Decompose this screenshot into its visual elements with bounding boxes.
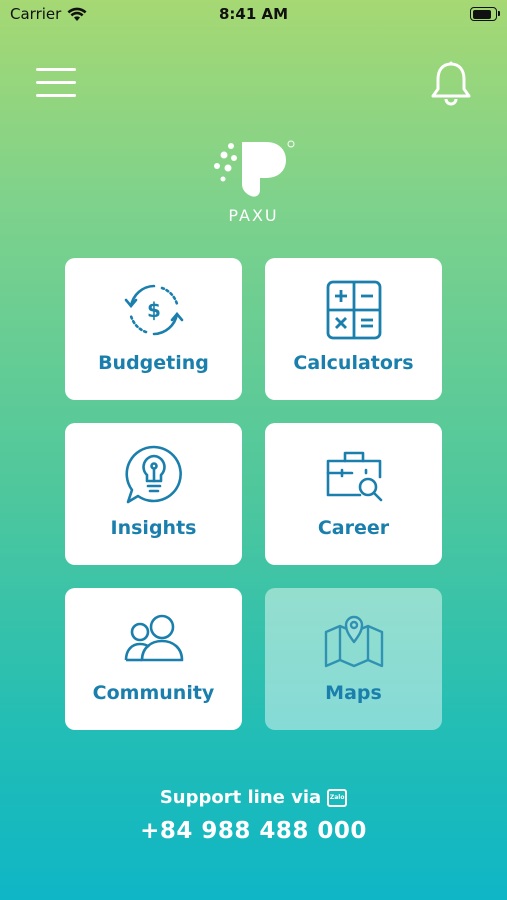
battery-icon xyxy=(470,7,500,21)
insights-tile[interactable]: Insights xyxy=(65,423,242,565)
bell-icon xyxy=(431,61,471,106)
budget-cycle-icon: $ xyxy=(124,284,183,336)
community-tile[interactable]: Community xyxy=(65,588,242,730)
zalo-chat-icon[interactable]: Zalo xyxy=(327,788,348,807)
calculator-icon xyxy=(326,280,381,340)
tile-label: Career xyxy=(317,517,390,539)
svg-text:$: $ xyxy=(147,298,161,322)
career-tile[interactable]: Career xyxy=(265,423,442,565)
paxu-logo-icon xyxy=(213,140,294,197)
tile-label: Maps xyxy=(325,682,382,704)
map-pin-icon xyxy=(324,615,383,668)
menu-button[interactable] xyxy=(36,66,78,100)
status-time: 8:41 AM xyxy=(218,5,289,23)
tile-label: Insights xyxy=(110,517,197,539)
support-line: Support line via Zalo xyxy=(0,787,507,808)
brand-name: PAXU xyxy=(228,206,279,225)
tile-label: Calculators xyxy=(293,352,414,374)
lightbulb-chat-icon xyxy=(124,445,182,504)
brand-logo xyxy=(0,138,507,206)
budgeting-tile[interactable]: $ Budgeting xyxy=(65,258,242,400)
menu-line xyxy=(36,94,76,97)
tile-label: Budgeting xyxy=(98,352,209,374)
status-bar: Carrier 8:41 AM xyxy=(0,0,507,30)
notification-button[interactable] xyxy=(428,60,474,108)
hamburger-menu-icon xyxy=(36,68,76,71)
maps-tile[interactable]: Maps xyxy=(265,588,442,730)
menu-line xyxy=(36,81,76,84)
tile-label: Community xyxy=(92,682,215,704)
briefcase-search-icon xyxy=(326,451,382,502)
support-label: Support line via xyxy=(159,787,322,808)
support-phone-link[interactable]: +84 988 488 000 xyxy=(0,818,507,844)
people-icon xyxy=(124,614,183,662)
calculators-tile[interactable]: Calculators xyxy=(265,258,442,400)
battery-level xyxy=(472,9,492,19)
